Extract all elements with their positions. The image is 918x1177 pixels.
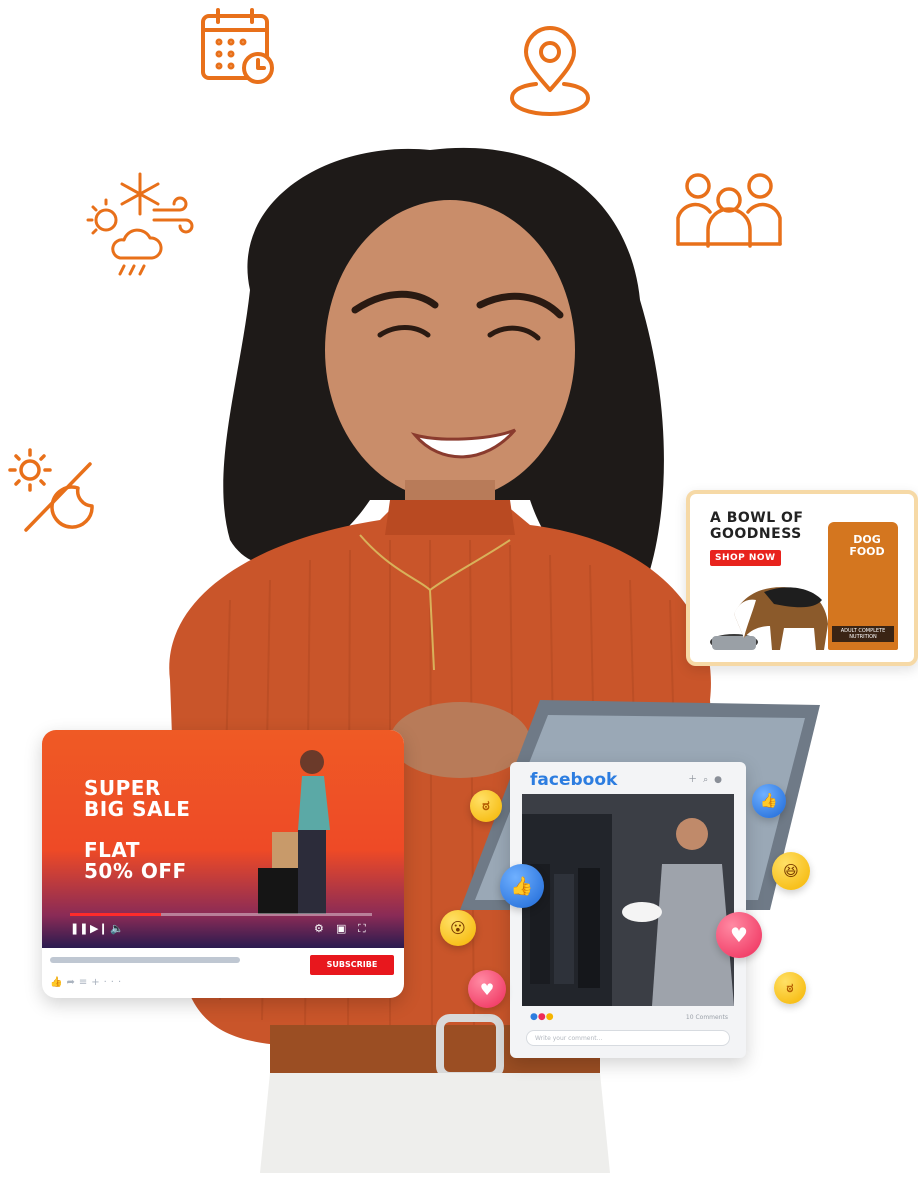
comment-count[interactable]: 10 Comments xyxy=(686,1014,728,1021)
like-bubble-icon: 👍 xyxy=(752,784,786,818)
calendar-clock-icon xyxy=(200,8,278,84)
facebook-logo: facebook xyxy=(530,770,618,790)
video-actions[interactable]: 👍➦≡+··· xyxy=(50,977,125,988)
love-bubble-small-icon: ♥ xyxy=(468,970,506,1008)
video-progress-bar[interactable] xyxy=(70,913,372,916)
promo-line-4: 50% OFF xyxy=(84,859,187,883)
model-with-bags-image xyxy=(258,750,330,914)
add-to-queue-icon[interactable]: ≡+ xyxy=(79,977,104,988)
search-icon[interactable]: ⌕ xyxy=(703,775,714,785)
dog-food-ad-card[interactable]: A BOWL OF GOODNESS SHOP NOW DOG FOOD ADU… xyxy=(686,490,918,666)
haha-reaction-icon: ● xyxy=(545,1012,554,1022)
location-pin-icon xyxy=(508,26,592,118)
bag-footer: ADULT COMPLETE NUTRITION xyxy=(832,626,894,642)
next-icon[interactable]: ▶❙ xyxy=(90,922,108,935)
bag-label: DOG FOOD xyxy=(849,533,885,558)
like-icon[interactable]: 👍 xyxy=(50,977,66,988)
promo-line-1: SUPER xyxy=(84,776,161,800)
messenger-icon[interactable]: ● xyxy=(714,775,728,785)
video-title-placeholder xyxy=(50,957,240,963)
reaction-summary[interactable]: ●●● xyxy=(530,1012,554,1022)
day-night-icon xyxy=(8,448,108,544)
subscribe-button[interactable]: SUBSCRIBE xyxy=(310,955,394,975)
like-reaction-icon: ● xyxy=(530,1012,538,1022)
like-bubble-large-icon: 👍 xyxy=(500,864,544,908)
more-icon[interactable]: ··· xyxy=(104,977,126,988)
settings-icon[interactable]: ⚙ xyxy=(314,922,324,935)
dog-food-bag: DOG FOOD ADULT COMPLETE NUTRITION xyxy=(828,522,898,650)
share-icon[interactable]: ➦ xyxy=(66,977,78,988)
header-icons[interactable]: ＋⌕● xyxy=(688,772,728,785)
dog-image xyxy=(710,587,828,650)
add-icon[interactable]: ＋ xyxy=(688,775,703,785)
fullscreen-icon[interactable]: ⛶ xyxy=(358,922,366,936)
ad-headline: A BOWL OF GOODNESS xyxy=(710,510,804,542)
miniplayer-icon[interactable]: ▣ xyxy=(336,922,346,935)
angry-emoji-icon: ಠ xyxy=(470,790,502,822)
post-photo[interactable] xyxy=(522,794,734,1006)
comment-input[interactable]: Write your comment... xyxy=(526,1030,730,1046)
video-ad-card[interactable]: SUPER BIG SALE FLAT 50% OFF ❚❚ ▶❙ 🔈 ⚙ ▣ … xyxy=(42,730,404,998)
promo-line-3: FLAT xyxy=(84,838,140,862)
social-post-card[interactable]: facebook ＋⌕● ●●● 10 Comments Write your … xyxy=(510,762,746,1058)
wow-emoji-icon: 😮 xyxy=(440,910,476,946)
promo-line-2: BIG SALE xyxy=(84,797,191,821)
pause-icon[interactable]: ❚❚ xyxy=(70,922,88,935)
love-reaction-icon: ● xyxy=(537,1012,546,1022)
love-bubble-icon: ♥ xyxy=(716,912,762,958)
laughing-emoji-icon: 😆 xyxy=(772,852,810,890)
volume-icon[interactable]: 🔈 xyxy=(110,922,124,935)
angry-emoji-small-icon: ಠ xyxy=(774,972,806,1004)
video-player[interactable]: SUPER BIG SALE FLAT 50% OFF ❚❚ ▶❙ 🔈 ⚙ ▣ … xyxy=(42,730,404,948)
